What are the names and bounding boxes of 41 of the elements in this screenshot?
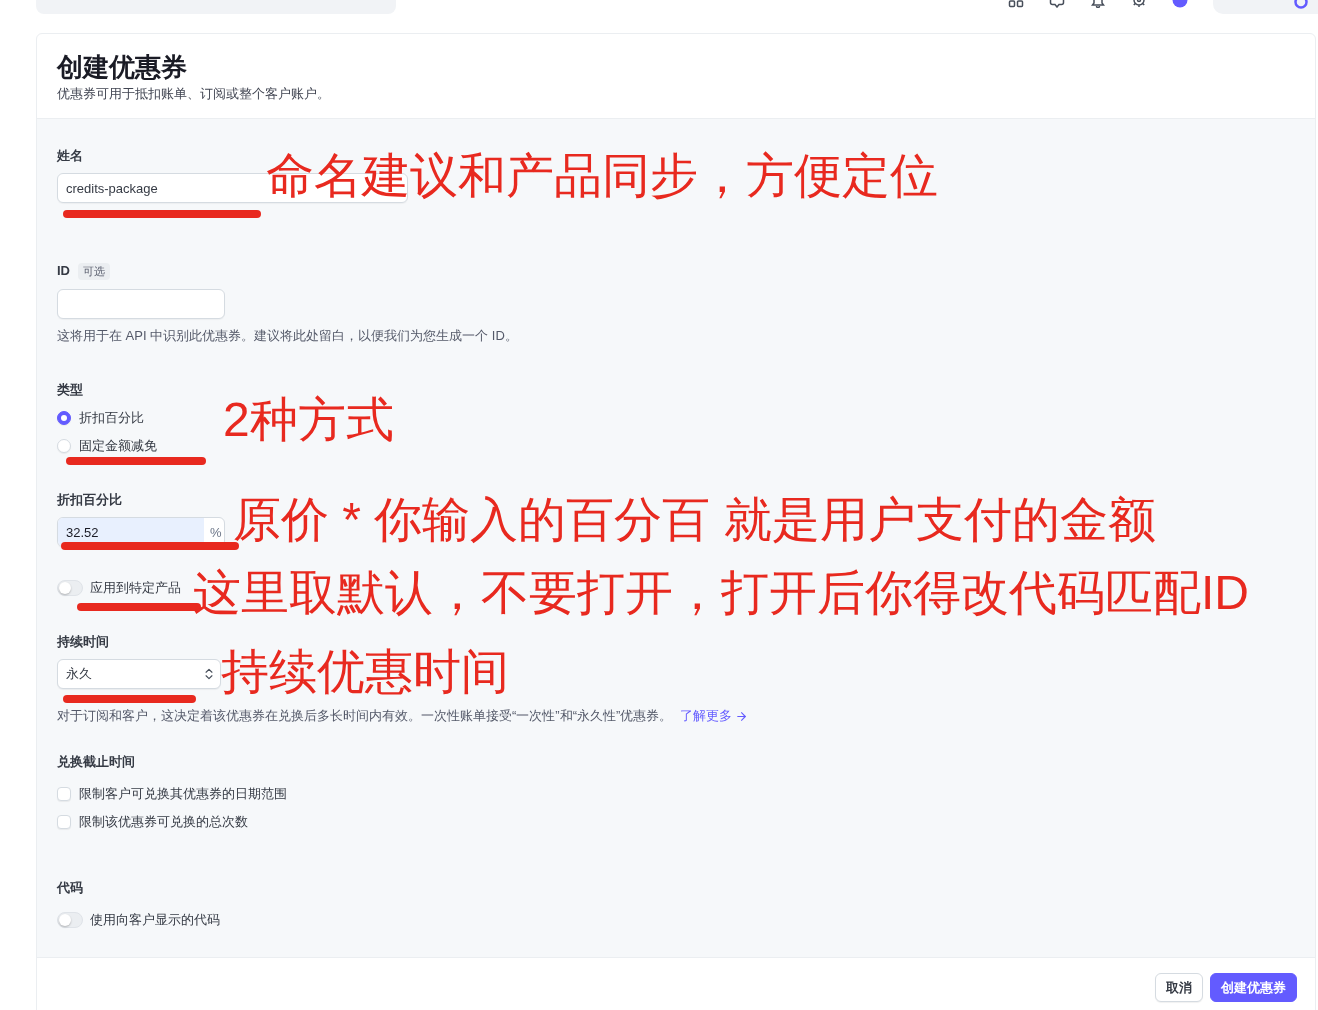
option-label: 限制客户可兑换其优惠券的日期范围 xyxy=(79,785,287,803)
duration-select[interactable]: 永久 xyxy=(57,659,221,689)
field-label: 折扣百分比 xyxy=(57,492,122,508)
id-input[interactable] xyxy=(57,289,225,319)
guide-button[interactable] xyxy=(1213,0,1318,14)
cancel-button[interactable]: 取消 xyxy=(1155,973,1203,1002)
bell-icon[interactable] xyxy=(1090,0,1106,8)
field-label: 类型 xyxy=(57,382,83,398)
ring-icon xyxy=(1292,0,1310,9)
annotation-text: 2种方式 xyxy=(223,396,394,444)
chat-icon[interactable] xyxy=(1049,0,1065,8)
checkbox[interactable] xyxy=(57,787,71,801)
arrow-right-icon xyxy=(735,709,749,723)
field-label: ID xyxy=(57,263,70,279)
help-icon[interactable] xyxy=(1172,0,1188,8)
field-label: 姓名 xyxy=(57,148,83,164)
option-label: 固定金额减免 xyxy=(79,437,157,455)
page-title: 创建优惠券 xyxy=(57,51,187,83)
percent-unit: % xyxy=(210,524,222,540)
toggle-switch[interactable] xyxy=(57,580,83,596)
field-label: 兑换截止时间 xyxy=(57,754,135,770)
learn-more-link[interactable]: 了解更多 xyxy=(680,707,749,725)
option-label: 限制该优惠券可兑换的总次数 xyxy=(79,813,248,831)
toggle-label: 使用向客户显示的代码 xyxy=(90,911,220,929)
help-text: 这将用于在 API 中识别此优惠券。建议将此处留白，以便我们为您生成一个 ID。 xyxy=(57,327,518,345)
grid-icon[interactable] xyxy=(1008,0,1024,8)
toggle-switch[interactable] xyxy=(57,912,83,928)
annotation-text: 这里取默认，不要打开，打开后你得改代码匹配ID xyxy=(193,569,1249,617)
page-subtitle: 优惠券可用于抵扣账单、订阅或整个客户账户。 xyxy=(57,85,330,103)
optional-badge: 可选 xyxy=(78,262,110,280)
toggle-label: 应用到特定产品 xyxy=(90,579,181,597)
annotation-text: 原价 * 你输入的百分百 就是用户支付的金额 xyxy=(233,496,1156,544)
help-text: 对于订阅和客户，这决定着该优惠券在兑换后多长时间内有效。一次性账单接受“一次性”和“永久性”优惠券。 了解更多 xyxy=(57,707,749,725)
checkbox[interactable] xyxy=(57,815,71,829)
radio-button[interactable] xyxy=(57,411,71,425)
annotation-text: 持续优惠时间 xyxy=(221,648,509,696)
field-label: 持续时间 xyxy=(57,634,109,650)
create-button[interactable]: 创建优惠券 xyxy=(1210,973,1297,1002)
field-label: 代码 xyxy=(57,880,83,896)
settings-icon[interactable] xyxy=(1131,0,1147,8)
option-label: 折扣百分比 xyxy=(79,409,144,427)
